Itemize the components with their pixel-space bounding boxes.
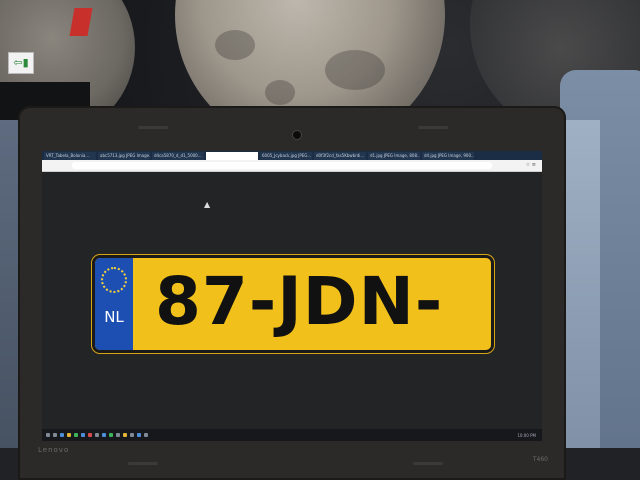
mouse-cursor-icon: ▲ — [204, 200, 211, 209]
eu-band: NL — [95, 258, 133, 350]
laptop-model-label: T460 — [532, 456, 548, 463]
browser-tab[interactable]: abc5713.jpg JPEG Image... — [98, 152, 150, 160]
laptop-hinge — [413, 462, 443, 465]
browser-tab[interactable]: 6005_Jcyback.jpg JPEG... — [260, 152, 312, 160]
app-icon[interactable] — [88, 433, 92, 437]
browser-tab-active[interactable] — [206, 152, 258, 160]
browser-tab[interactable]: VRT_Tabela_Bolonia... — [44, 152, 96, 160]
windows-taskbar: 10:00 PM — [42, 429, 542, 441]
exit-running-man-icon: ⇦▮ — [8, 52, 34, 74]
app-icon[interactable] — [123, 433, 127, 437]
app-icon[interactable] — [81, 433, 85, 437]
browser-tab[interactable]: d1.jpg JPEG Image, 808... — [368, 152, 420, 160]
license-plate: NL 87-JDN-4 — [92, 255, 494, 353]
laptop-screen: VRT_Tabela_Bolonia... abc5713.jpg JPEG I… — [42, 151, 542, 441]
browser-tab-bar: VRT_Tabela_Bolonia... abc5713.jpg JPEG I… — [42, 151, 542, 160]
app-icon[interactable] — [116, 433, 120, 437]
app-icon[interactable] — [74, 433, 78, 437]
bezel-bump — [138, 126, 168, 129]
url-input[interactable] — [72, 162, 492, 169]
bezel-bump — [418, 126, 448, 129]
webcam-icon — [292, 130, 302, 140]
browser-toolbar-icons[interactable]: ☆ ≡ — [526, 162, 536, 168]
browser-tab[interactable]: d4ca5870_d_d1_5000... — [152, 152, 204, 160]
laptop-hinge — [128, 462, 158, 465]
app-icon[interactable] — [130, 433, 134, 437]
app-icon[interactable] — [95, 433, 99, 437]
laptop: VRT_Tabela_Bolonia... abc5713.jpg JPEG I… — [18, 106, 566, 480]
image-viewer: ▲ NL 87-JDN-4 — [42, 172, 542, 429]
app-icon[interactable] — [144, 433, 148, 437]
taskbar-clock[interactable]: 10:00 PM — [517, 433, 536, 438]
app-icon[interactable] — [109, 433, 113, 437]
laptop-brand-logo: Lenovo — [38, 446, 70, 454]
browser-address-bar: ☆ ≡ — [42, 160, 542, 172]
eu-stars-icon — [101, 267, 127, 293]
plate-country-code: NL — [104, 308, 124, 326]
start-icon[interactable] — [46, 433, 50, 437]
browser-tab[interactable]: d0f3f2cd_fas5Kbwbrdi... — [314, 152, 366, 160]
app-icon[interactable] — [60, 433, 64, 437]
folder-icon[interactable] — [67, 433, 71, 437]
plate-number: 87-JDN-4 — [155, 263, 444, 350]
browser-tab[interactable]: d4.jpg JPEG Image, 900... — [422, 152, 474, 160]
search-icon[interactable] — [53, 433, 57, 437]
app-icon[interactable] — [137, 433, 141, 437]
seat-right-front — [560, 120, 600, 480]
app-icon[interactable] — [102, 433, 106, 437]
